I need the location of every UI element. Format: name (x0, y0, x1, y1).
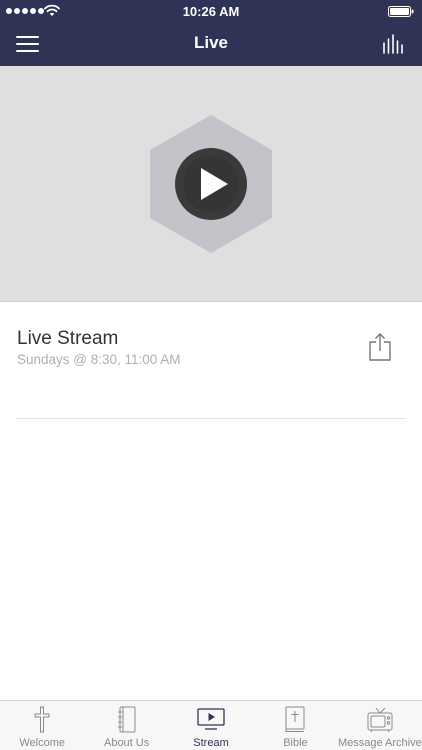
tab-label: Bible (283, 737, 308, 749)
status-time: 10:26 AM (182, 4, 240, 19)
tab-bible[interactable]: Bible (253, 701, 337, 750)
stream-schedule: Sundays @ 8:30, 11:00 AM (17, 352, 181, 367)
tab-message-archive[interactable]: Message Archive (338, 701, 422, 750)
tab-about-us[interactable]: About Us (84, 701, 168, 750)
nav-bar: Live (0, 22, 422, 66)
divider (16, 418, 406, 419)
app-header: 10:26 AM Live (0, 0, 422, 66)
tab-label: Message Archive (337, 737, 422, 749)
tab-bar: Welcome About Us Stream Bible Message Ar… (0, 700, 422, 750)
tab-stream[interactable]: Stream (169, 701, 253, 750)
tab-label: About Us (103, 737, 150, 749)
equalizer-icon[interactable] (382, 34, 406, 54)
notebook-icon (117, 706, 136, 733)
stream-title: Live Stream (17, 328, 119, 349)
cross-icon (34, 706, 50, 733)
battery-icon (388, 6, 414, 17)
tab-label: Welcome (19, 737, 66, 749)
bible-icon (285, 706, 305, 732)
page-title: Live (193, 33, 229, 52)
tv-play-icon (197, 708, 225, 730)
tab-label: Stream (193, 737, 229, 749)
status-bar: 10:26 AM (0, 0, 422, 22)
share-icon[interactable] (368, 332, 392, 362)
retro-tv-icon (367, 707, 393, 733)
tab-welcome[interactable]: Welcome (0, 701, 84, 750)
video-player[interactable] (0, 66, 422, 302)
play-icon[interactable] (148, 113, 274, 255)
hamburger-menu-icon[interactable] (16, 34, 40, 54)
